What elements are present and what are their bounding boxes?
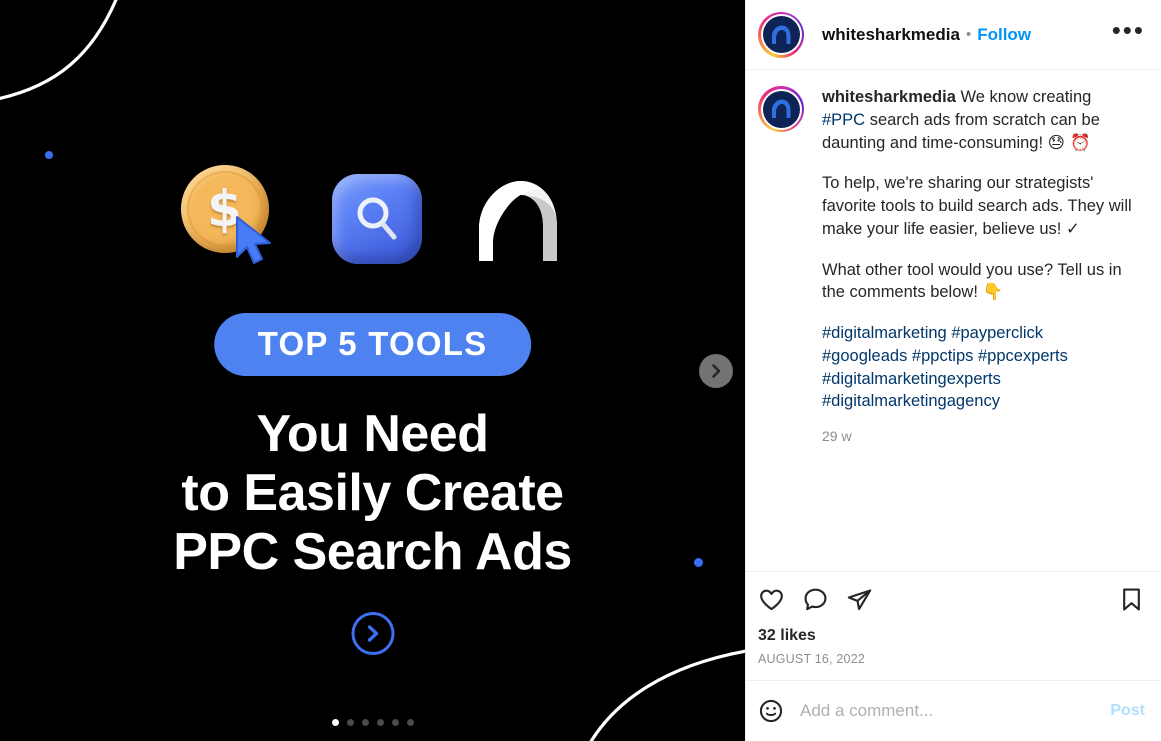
caption-row: whitesharkmedia We know creating #PPC se…: [758, 86, 1145, 447]
likes-count[interactable]: 32 likes: [758, 627, 1145, 645]
caption-avatar-inner-ring: [760, 88, 802, 130]
instagram-post: $ TOP 5 TOOLS You Need to Easily Create …: [0, 0, 1161, 741]
hashtag-item[interactable]: #digitalmarketingexperts: [822, 370, 1001, 388]
avatar-logo-icon: [762, 16, 800, 53]
header-names: whitesharkmedia • Follow: [822, 25, 1112, 45]
headline-line-1: You Need: [256, 405, 489, 463]
comment-icon[interactable]: [802, 586, 829, 613]
hashtag-item[interactable]: #googleads: [822, 347, 907, 365]
comment-input[interactable]: [800, 701, 1111, 721]
emoji-picker-icon[interactable]: [758, 698, 784, 724]
hashtag-item[interactable]: #digitalmarketing: [822, 324, 947, 342]
media-headline: You Need to Easily Create PPC Search Ads: [0, 405, 745, 581]
headline-line-3: PPC Search Ads: [173, 522, 572, 581]
caption-avatar-logo-icon: [762, 90, 800, 128]
top-5-tools-badge: TOP 5 TOOLS: [213, 313, 532, 376]
more-options-icon[interactable]: •••: [1112, 17, 1145, 45]
caption-p1-pre: We know creating: [955, 88, 1092, 106]
coin-cursor-icon: $: [180, 165, 285, 273]
avatar-inner-ring: [760, 14, 802, 55]
arch-logo-icon: [469, 173, 565, 265]
post-sidebar: whitesharkmedia • Follow ••• whitesharkm…: [745, 0, 1161, 741]
post-comment-button[interactable]: Post: [1110, 702, 1145, 720]
swipe-forward-icon[interactable]: [351, 612, 394, 655]
header-username[interactable]: whitesharkmedia: [822, 25, 960, 45]
hashtag-item[interactable]: #payperclick: [951, 324, 1043, 342]
carousel-dot[interactable]: [361, 719, 369, 726]
icon-row: $: [0, 158, 745, 280]
search-square-icon: [331, 174, 422, 264]
like-icon[interactable]: [758, 586, 785, 613]
save-icon[interactable]: [1118, 586, 1145, 613]
caption-paragraph-3: What other tool would you use? Tell us i…: [822, 260, 1122, 302]
post-header: whitesharkmedia • Follow •••: [746, 0, 1161, 70]
caption-hashtag-ppc[interactable]: #PPC: [822, 111, 865, 129]
hashtag-item[interactable]: #digitalmarketingagency: [822, 392, 1000, 410]
caption-hashtag-block: #digitalmarketing #payperclick #googlead…: [822, 322, 1132, 413]
hashtag-item[interactable]: #ppctips: [912, 347, 973, 365]
follow-button[interactable]: Follow: [977, 25, 1031, 45]
carousel-dot[interactable]: [346, 719, 354, 726]
caption-avatar[interactable]: [758, 86, 804, 132]
caption-author[interactable]: whitesharkmedia: [822, 88, 956, 106]
caption-paragraph-1: whitesharkmedia We know creating #PPC se…: [822, 86, 1132, 154]
carousel-dot[interactable]: [331, 719, 339, 726]
header-separator: •: [965, 26, 972, 43]
carousel-dot[interactable]: [376, 719, 384, 726]
caption-paragraph-2: To help, we're sharing our strategists' …: [822, 174, 1132, 238]
post-date: AUGUST 16, 2022: [758, 652, 865, 666]
carousel-dot[interactable]: [406, 719, 414, 726]
caption-text: whitesharkmedia We know creating #PPC se…: [822, 86, 1132, 447]
share-icon[interactable]: [846, 586, 873, 613]
caption-timestamp: 29 w: [822, 428, 852, 445]
action-icon-bar: [758, 586, 1145, 613]
carousel-dot[interactable]: [391, 719, 399, 726]
caption-section: whitesharkmedia We know creating #PPC se…: [746, 70, 1161, 571]
comment-bar: Post: [746, 680, 1161, 741]
hashtag-item[interactable]: #ppcexperts: [978, 347, 1068, 365]
next-slide-button[interactable]: [699, 354, 733, 388]
carousel-dots: [0, 719, 745, 726]
caption-p1-emoji: 😓 ⏰: [1047, 132, 1091, 152]
post-actions: 32 likes AUGUST 16, 2022: [746, 571, 1161, 680]
post-media[interactable]: $ TOP 5 TOOLS You Need to Easily Create …: [0, 0, 745, 741]
headline-line-2: to Easily Create: [181, 463, 564, 522]
avatar[interactable]: [758, 11, 804, 58]
